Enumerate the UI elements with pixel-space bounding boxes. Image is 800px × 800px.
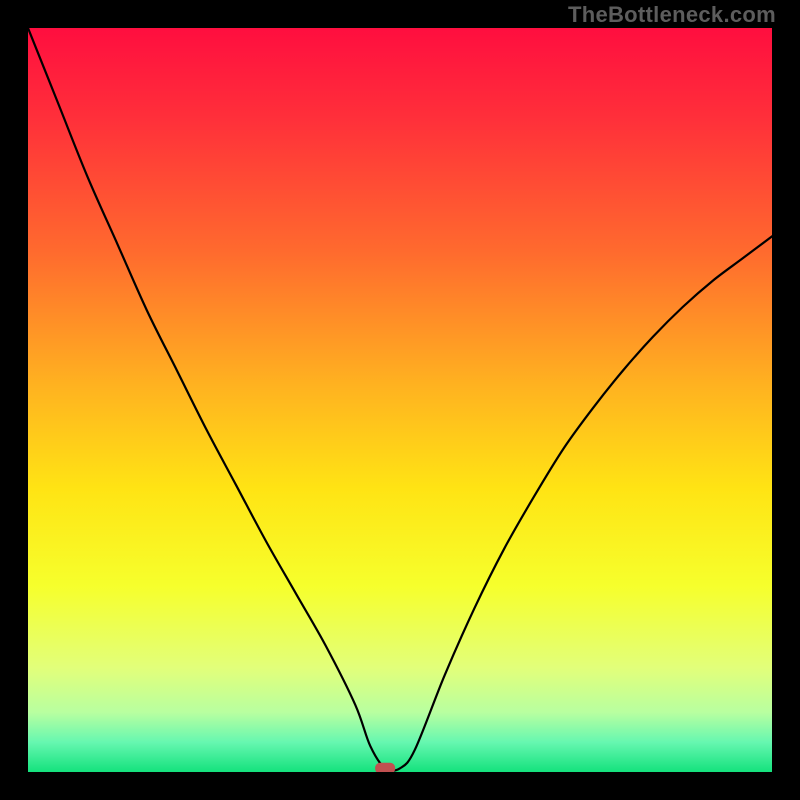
watermark-text: TheBottleneck.com <box>568 2 776 28</box>
plot-svg <box>28 28 772 772</box>
marker-dot <box>375 763 395 772</box>
chart-frame: TheBottleneck.com <box>0 0 800 800</box>
plot-area <box>28 28 772 772</box>
plot-background <box>28 28 772 772</box>
